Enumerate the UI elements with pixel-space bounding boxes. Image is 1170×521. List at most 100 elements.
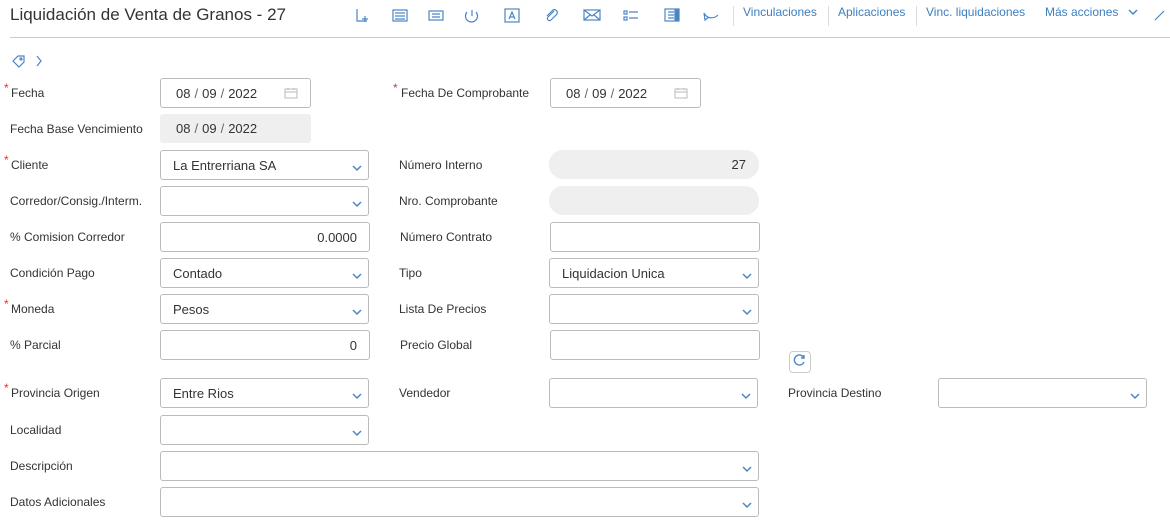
email-icon[interactable] (582, 6, 602, 24)
fecha-label: Fecha (11, 86, 45, 100)
cliente-value: La Entrerriana SA (173, 157, 277, 173)
required-mark: * (4, 81, 9, 95)
tipo-value: Liquidacion Unica (562, 265, 665, 281)
datos-adicionales-label: Datos Adicionales (10, 495, 106, 509)
vinc-liquidaciones-link[interactable]: Vinc. liquidaciones (926, 5, 1025, 19)
parcial-label: % Parcial (10, 338, 61, 352)
fecha-base-day: 08 (176, 121, 191, 136)
required-mark: * (4, 297, 9, 311)
chevron-down-icon (742, 268, 752, 280)
fecha-year: 2022 (228, 85, 258, 101)
toolbar-divider (828, 6, 829, 26)
required-mark: * (4, 381, 9, 395)
attachment-icon[interactable] (541, 6, 561, 24)
vendedor-label: Vendedor (399, 386, 451, 400)
provincia-origen-value: Entre Rios (173, 385, 234, 401)
localidad-select[interactable] (160, 415, 369, 445)
text-a-icon[interactable] (502, 6, 522, 24)
fecha-day: 08 (176, 85, 191, 101)
fecha-comprobante-year: 2022 (618, 85, 648, 101)
print-icon[interactable] (426, 6, 446, 24)
moneda-select[interactable]: Pesos (160, 294, 369, 324)
parcial-input[interactable]: 0 (160, 330, 370, 360)
condicion-pago-select[interactable]: Contado (160, 258, 369, 288)
fecha-base-label: Fecha Base Vencimiento (10, 122, 143, 136)
list-bullets-icon[interactable] (621, 6, 641, 24)
edit-pencil-icon[interactable] (1150, 6, 1170, 24)
refresh-icon (793, 353, 807, 372)
chevron-down-icon (742, 461, 752, 473)
list-icon[interactable] (390, 6, 410, 24)
toolbar-divider (733, 6, 734, 26)
chevron-down-icon (352, 304, 362, 316)
fecha-comprobante-label: Fecha De Comprobante (401, 86, 530, 100)
tipo-select[interactable]: Liquidacion Unica (549, 258, 759, 288)
toolbar-divider (916, 6, 917, 26)
fecha-base-month: 09 (202, 121, 217, 136)
cliente-select[interactable]: La Entrerriana SA (160, 150, 369, 180)
descripcion-label: Descripción (10, 459, 73, 473)
chevron-down-icon (352, 388, 362, 400)
comment-icon[interactable] (701, 6, 721, 24)
chevron-down-icon (352, 196, 362, 208)
fecha-base-field: 08/ 09/ 2022 (160, 114, 311, 143)
required-mark: * (4, 153, 9, 167)
lista-precios-label: Lista De Precios (399, 302, 487, 316)
precio-global-input[interactable] (550, 330, 760, 360)
chevron-down-icon (1130, 388, 1140, 400)
provincia-destino-label: Provincia Destino (788, 386, 882, 400)
aplicaciones-link[interactable]: Aplicaciones (838, 5, 905, 19)
lista-precios-select[interactable] (549, 294, 759, 324)
nro-comprobante-label: Nro. Comprobante (399, 194, 498, 208)
numero-interno-label: Número Interno (399, 158, 483, 172)
vendedor-select[interactable] (549, 378, 758, 408)
moneda-label: Moneda (11, 302, 55, 316)
corredor-select[interactable] (160, 186, 369, 216)
fecha-comprobante-field[interactable]: 08/ 09/ 2022 (550, 78, 701, 108)
panel-icon[interactable] (662, 6, 682, 24)
chevron-down-icon (741, 388, 751, 400)
precio-global-label: Precio Global (400, 338, 473, 352)
refresh-button[interactable] (789, 351, 811, 373)
fecha-month: 09 (202, 85, 217, 101)
condicion-pago-value: Contado (173, 265, 223, 281)
fecha-comprobante-day: 08 (566, 85, 581, 101)
fecha-base-year: 2022 (228, 121, 258, 136)
chevron-down-icon (352, 425, 362, 437)
page-title: Liquidación de Venta de Granos - 27 (10, 5, 286, 24)
chevron-down-icon (1122, 5, 1138, 19)
corredor-label: Corredor/Consig./Interm. (10, 194, 143, 208)
comision-input[interactable]: 0.0000 (160, 222, 370, 252)
header-divider (10, 37, 1170, 38)
descripcion-select[interactable] (160, 451, 759, 481)
new-doc-icon[interactable] (353, 6, 373, 24)
cliente-label: Cliente (11, 158, 49, 172)
calendar-icon[interactable] (284, 87, 298, 99)
fecha-comprobante-month: 09 (592, 85, 607, 101)
chevron-down-icon (742, 497, 752, 509)
nro-comprobante-field (549, 186, 759, 215)
tag-icon[interactable] (11, 54, 27, 68)
chevron-down-icon (352, 268, 362, 280)
mas-acciones-menu[interactable]: Más acciones (1045, 5, 1138, 19)
localidad-label: Localidad (10, 423, 62, 437)
comision-label: % Comision Corredor (10, 230, 125, 244)
clock-icon[interactable] (462, 6, 482, 24)
numero-contrato-label: Número Contrato (400, 230, 493, 244)
chevron-right-icon[interactable] (34, 54, 44, 68)
chevron-down-icon (352, 160, 362, 172)
calendar-icon[interactable] (674, 87, 688, 99)
moneda-value: Pesos (173, 301, 210, 317)
provincia-destino-select[interactable] (938, 378, 1147, 408)
numero-interno-field: 27 (549, 150, 759, 179)
fecha-field[interactable]: 08/ 09/ 2022 (160, 78, 311, 108)
condicion-pago-label: Condición Pago (10, 266, 95, 280)
vinculaciones-link[interactable]: Vinculaciones (743, 5, 817, 19)
provincia-origen-select[interactable]: Entre Rios (160, 378, 369, 408)
mas-acciones-label: Más acciones (1045, 5, 1119, 19)
datos-adicionales-select[interactable] (160, 487, 759, 517)
tipo-label: Tipo (399, 266, 422, 280)
required-mark: * (393, 81, 398, 95)
numero-contrato-input[interactable] (550, 222, 760, 252)
provincia-origen-label: Provincia Origen (11, 386, 100, 400)
